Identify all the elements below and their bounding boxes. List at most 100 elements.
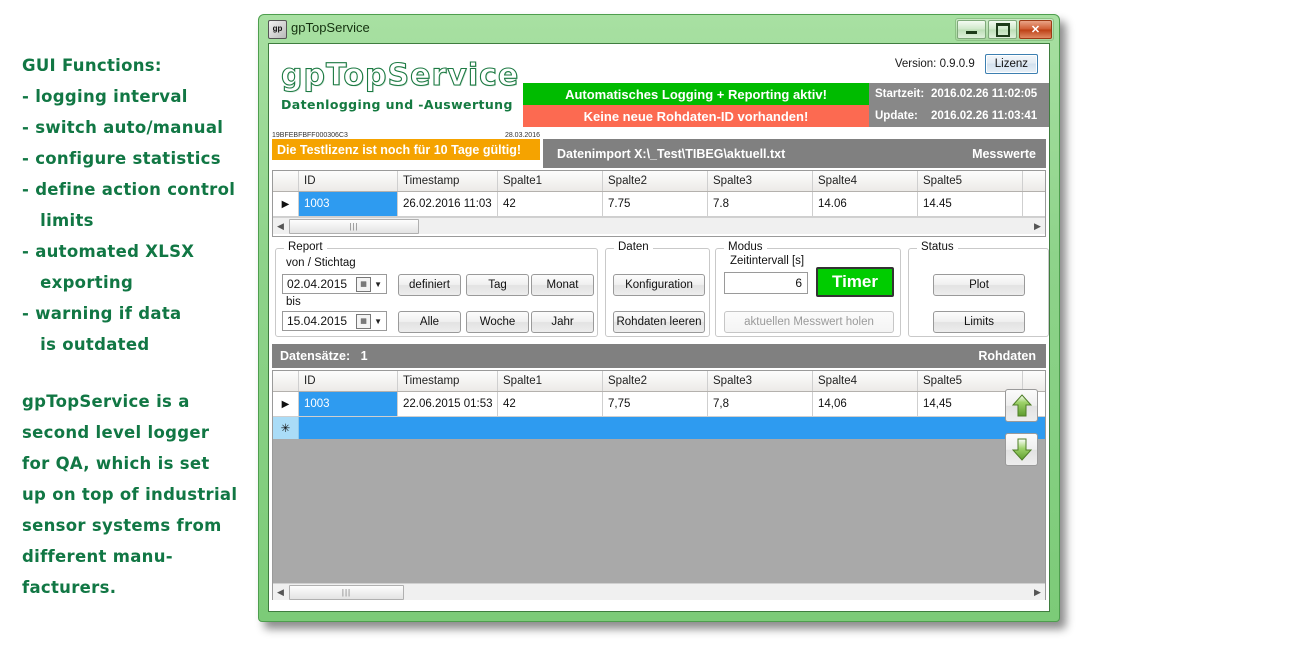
new-cell-id[interactable] — [299, 417, 398, 439]
new-row[interactable]: ✳ — [273, 417, 1045, 439]
column-header-spalte2[interactable]: Spalte2 — [603, 371, 708, 391]
new-cell-timestamp[interactable] — [398, 417, 498, 439]
rohdaten-header-row: ID Timestamp Spalte1 Spalte2 Spalte3 Spa… — [273, 371, 1045, 392]
konfiguration-button[interactable]: Konfiguration — [613, 274, 705, 296]
import-bar: Datenimport X:\_Test\TIBEG\aktuell.txt M… — [543, 139, 1046, 168]
calendar-icon[interactable]: ▦ — [356, 313, 372, 329]
window-controls: ✕ — [955, 18, 1054, 41]
cell-spalte3[interactable]: 7,8 — [708, 392, 813, 416]
table-row[interactable]: ▶ 1003 22.06.2015 01:53 42 7,75 7,8 14,0… — [273, 392, 1045, 417]
date-to-field[interactable]: 15.04.2015 ▦ ▼ — [282, 311, 387, 331]
minimize-button[interactable] — [957, 20, 986, 39]
report-button-definiert[interactable]: definiert — [398, 274, 461, 296]
annotation-bullet: exporting — [22, 273, 134, 292]
new-cell-spalte4[interactable] — [813, 417, 918, 439]
new-cell-spalte2[interactable] — [603, 417, 708, 439]
info-box: Startzeit: 2016.02.26 11:02:05 Update: 2… — [869, 83, 1049, 127]
fetch-measurement-button[interactable]: aktuellen Messwert holen — [724, 311, 894, 333]
plot-button[interactable]: Plot — [933, 274, 1025, 296]
annotation-paragraph-line: second level logger — [22, 423, 210, 442]
cell-id[interactable]: 1003 — [299, 192, 398, 216]
scroll-right-icon[interactable]: ▶ — [1030, 587, 1045, 598]
column-header-spalte5[interactable]: Spalte5 — [918, 171, 1023, 191]
report-button-woche[interactable]: Woche — [466, 311, 529, 333]
logo-subtitle: Datenlogging und -Auswertung — [281, 97, 513, 112]
column-header-spalte3[interactable]: Spalte3 — [708, 171, 813, 191]
scrollbar-thumb[interactable]: ||| — [289, 584, 404, 600]
annotation-bullet: limits — [22, 211, 94, 230]
annotation-bullet: - warning if data — [22, 304, 182, 323]
status-banner-warning: Keine neue Rohdaten-ID vorhanden! — [523, 105, 869, 127]
column-header-timestamp[interactable]: Timestamp — [398, 171, 498, 191]
report-button-alle[interactable]: Alle — [398, 311, 461, 333]
scroll-right-icon[interactable]: ▶ — [1030, 221, 1045, 232]
start-time-label: Startzeit: — [875, 88, 925, 100]
cell-spalte2[interactable]: 7.75 — [603, 192, 708, 216]
interval-input[interactable]: 6 — [724, 272, 808, 294]
column-header-spalte1[interactable]: Spalte1 — [498, 371, 603, 391]
column-header-timestamp[interactable]: Timestamp — [398, 371, 498, 391]
status-banner-logging: Automatisches Logging + Reporting aktiv! — [523, 83, 869, 105]
import-caption: Messwerte — [972, 146, 1036, 161]
app-icon: gp — [268, 20, 287, 39]
limits-button[interactable]: Limits — [933, 311, 1025, 333]
calendar-icon[interactable]: ▦ — [356, 276, 372, 292]
annotation-paragraph-line: sensor systems from — [22, 516, 222, 535]
column-header-id[interactable]: ID — [299, 171, 398, 191]
from-label: von / Stichtag — [286, 257, 356, 269]
column-header-spalte2[interactable]: Spalte2 — [603, 171, 708, 191]
date-from-field[interactable]: 02.04.2015 ▦ ▼ — [282, 274, 387, 294]
cell-spalte5[interactable]: 14.45 — [918, 192, 1023, 216]
cell-spalte2[interactable]: 7,75 — [603, 392, 708, 416]
rohdaten-horizontal-scrollbar[interactable]: ◀ ||| ▶ — [273, 583, 1045, 600]
scroll-up-button[interactable] — [1005, 389, 1038, 422]
chevron-down-icon[interactable]: ▼ — [374, 317, 382, 326]
cell-timestamp[interactable]: 22.06.2015 01:53 — [398, 392, 498, 416]
new-cell-spalte1[interactable] — [498, 417, 603, 439]
cell-spalte4[interactable]: 14,06 — [813, 392, 918, 416]
annotation-paragraph-line: up on top of industrial — [22, 485, 238, 504]
minimize-icon — [966, 31, 977, 34]
serial-number: 19BFEBFBFF000306C3 — [272, 132, 348, 139]
messwerte-grid[interactable]: ID Timestamp Spalte1 Spalte2 Spalte3 Spa… — [272, 170, 1046, 237]
cell-timestamp[interactable]: 26.02.2016 11:03 — [398, 192, 498, 216]
timer-button[interactable]: Timer — [816, 267, 894, 297]
title-bar[interactable]: gp gpTopService ✕ — [259, 15, 1059, 43]
scroll-down-button[interactable] — [1005, 433, 1038, 466]
scrollbar-thumb[interactable]: ||| — [289, 218, 419, 234]
messwerte-horizontal-scrollbar[interactable]: ◀ ||| ▶ — [273, 217, 1045, 234]
report-button-jahr[interactable]: Jahr — [531, 311, 594, 333]
report-button-tag[interactable]: Tag — [466, 274, 529, 296]
rohdaten-grid[interactable]: ID Timestamp Spalte1 Spalte2 Spalte3 Spa… — [272, 370, 1046, 600]
new-cell-spalte3[interactable] — [708, 417, 813, 439]
cell-spalte1[interactable]: 42 — [498, 192, 603, 216]
column-header-spalte1[interactable]: Spalte1 — [498, 171, 603, 191]
license-button[interactable]: Lizenz — [984, 54, 1038, 74]
logo-title: gpTopService — [280, 57, 520, 93]
application-window: gp gpTopService ✕ gpTopService Datenlogg… — [258, 14, 1060, 622]
report-button-monat[interactable]: Monat — [531, 274, 594, 296]
cell-spalte4[interactable]: 14.06 — [813, 192, 918, 216]
cell-id[interactable]: 1003 — [299, 392, 398, 416]
annotation-bullet: is outdated — [22, 335, 150, 354]
daten-groupbox: Daten Konfiguration Rohdaten leeren — [605, 241, 710, 337]
maximize-button[interactable] — [988, 20, 1017, 39]
column-header-spalte5[interactable]: Spalte5 — [918, 371, 1023, 391]
close-button[interactable]: ✕ — [1019, 20, 1052, 39]
cell-spalte3[interactable]: 7.8 — [708, 192, 813, 216]
modus-groupbox: Modus Zeitintervall [s] 6 Timer aktuelle… — [715, 241, 901, 337]
rohdaten-leeren-button[interactable]: Rohdaten leeren — [613, 311, 705, 333]
scroll-left-icon[interactable]: ◀ — [273, 221, 288, 232]
rohdaten-caption: Rohdaten — [978, 349, 1036, 363]
table-row[interactable]: ▶ 1003 26.02.2016 11:03 42 7.75 7.8 14.0… — [273, 192, 1045, 217]
window-client-area: gpTopService Datenlogging und -Auswertun… — [268, 43, 1050, 612]
column-header-spalte4[interactable]: Spalte4 — [813, 171, 918, 191]
cell-spalte1[interactable]: 42 — [498, 392, 603, 416]
window-title: gpTopService — [291, 20, 370, 35]
column-header-spalte4[interactable]: Spalte4 — [813, 371, 918, 391]
start-time-value: 2016.02.26 11:02:05 — [931, 88, 1038, 100]
column-header-id[interactable]: ID — [299, 371, 398, 391]
chevron-down-icon[interactable]: ▼ — [374, 280, 382, 289]
scroll-left-icon[interactable]: ◀ — [273, 587, 288, 598]
column-header-spalte3[interactable]: Spalte3 — [708, 371, 813, 391]
